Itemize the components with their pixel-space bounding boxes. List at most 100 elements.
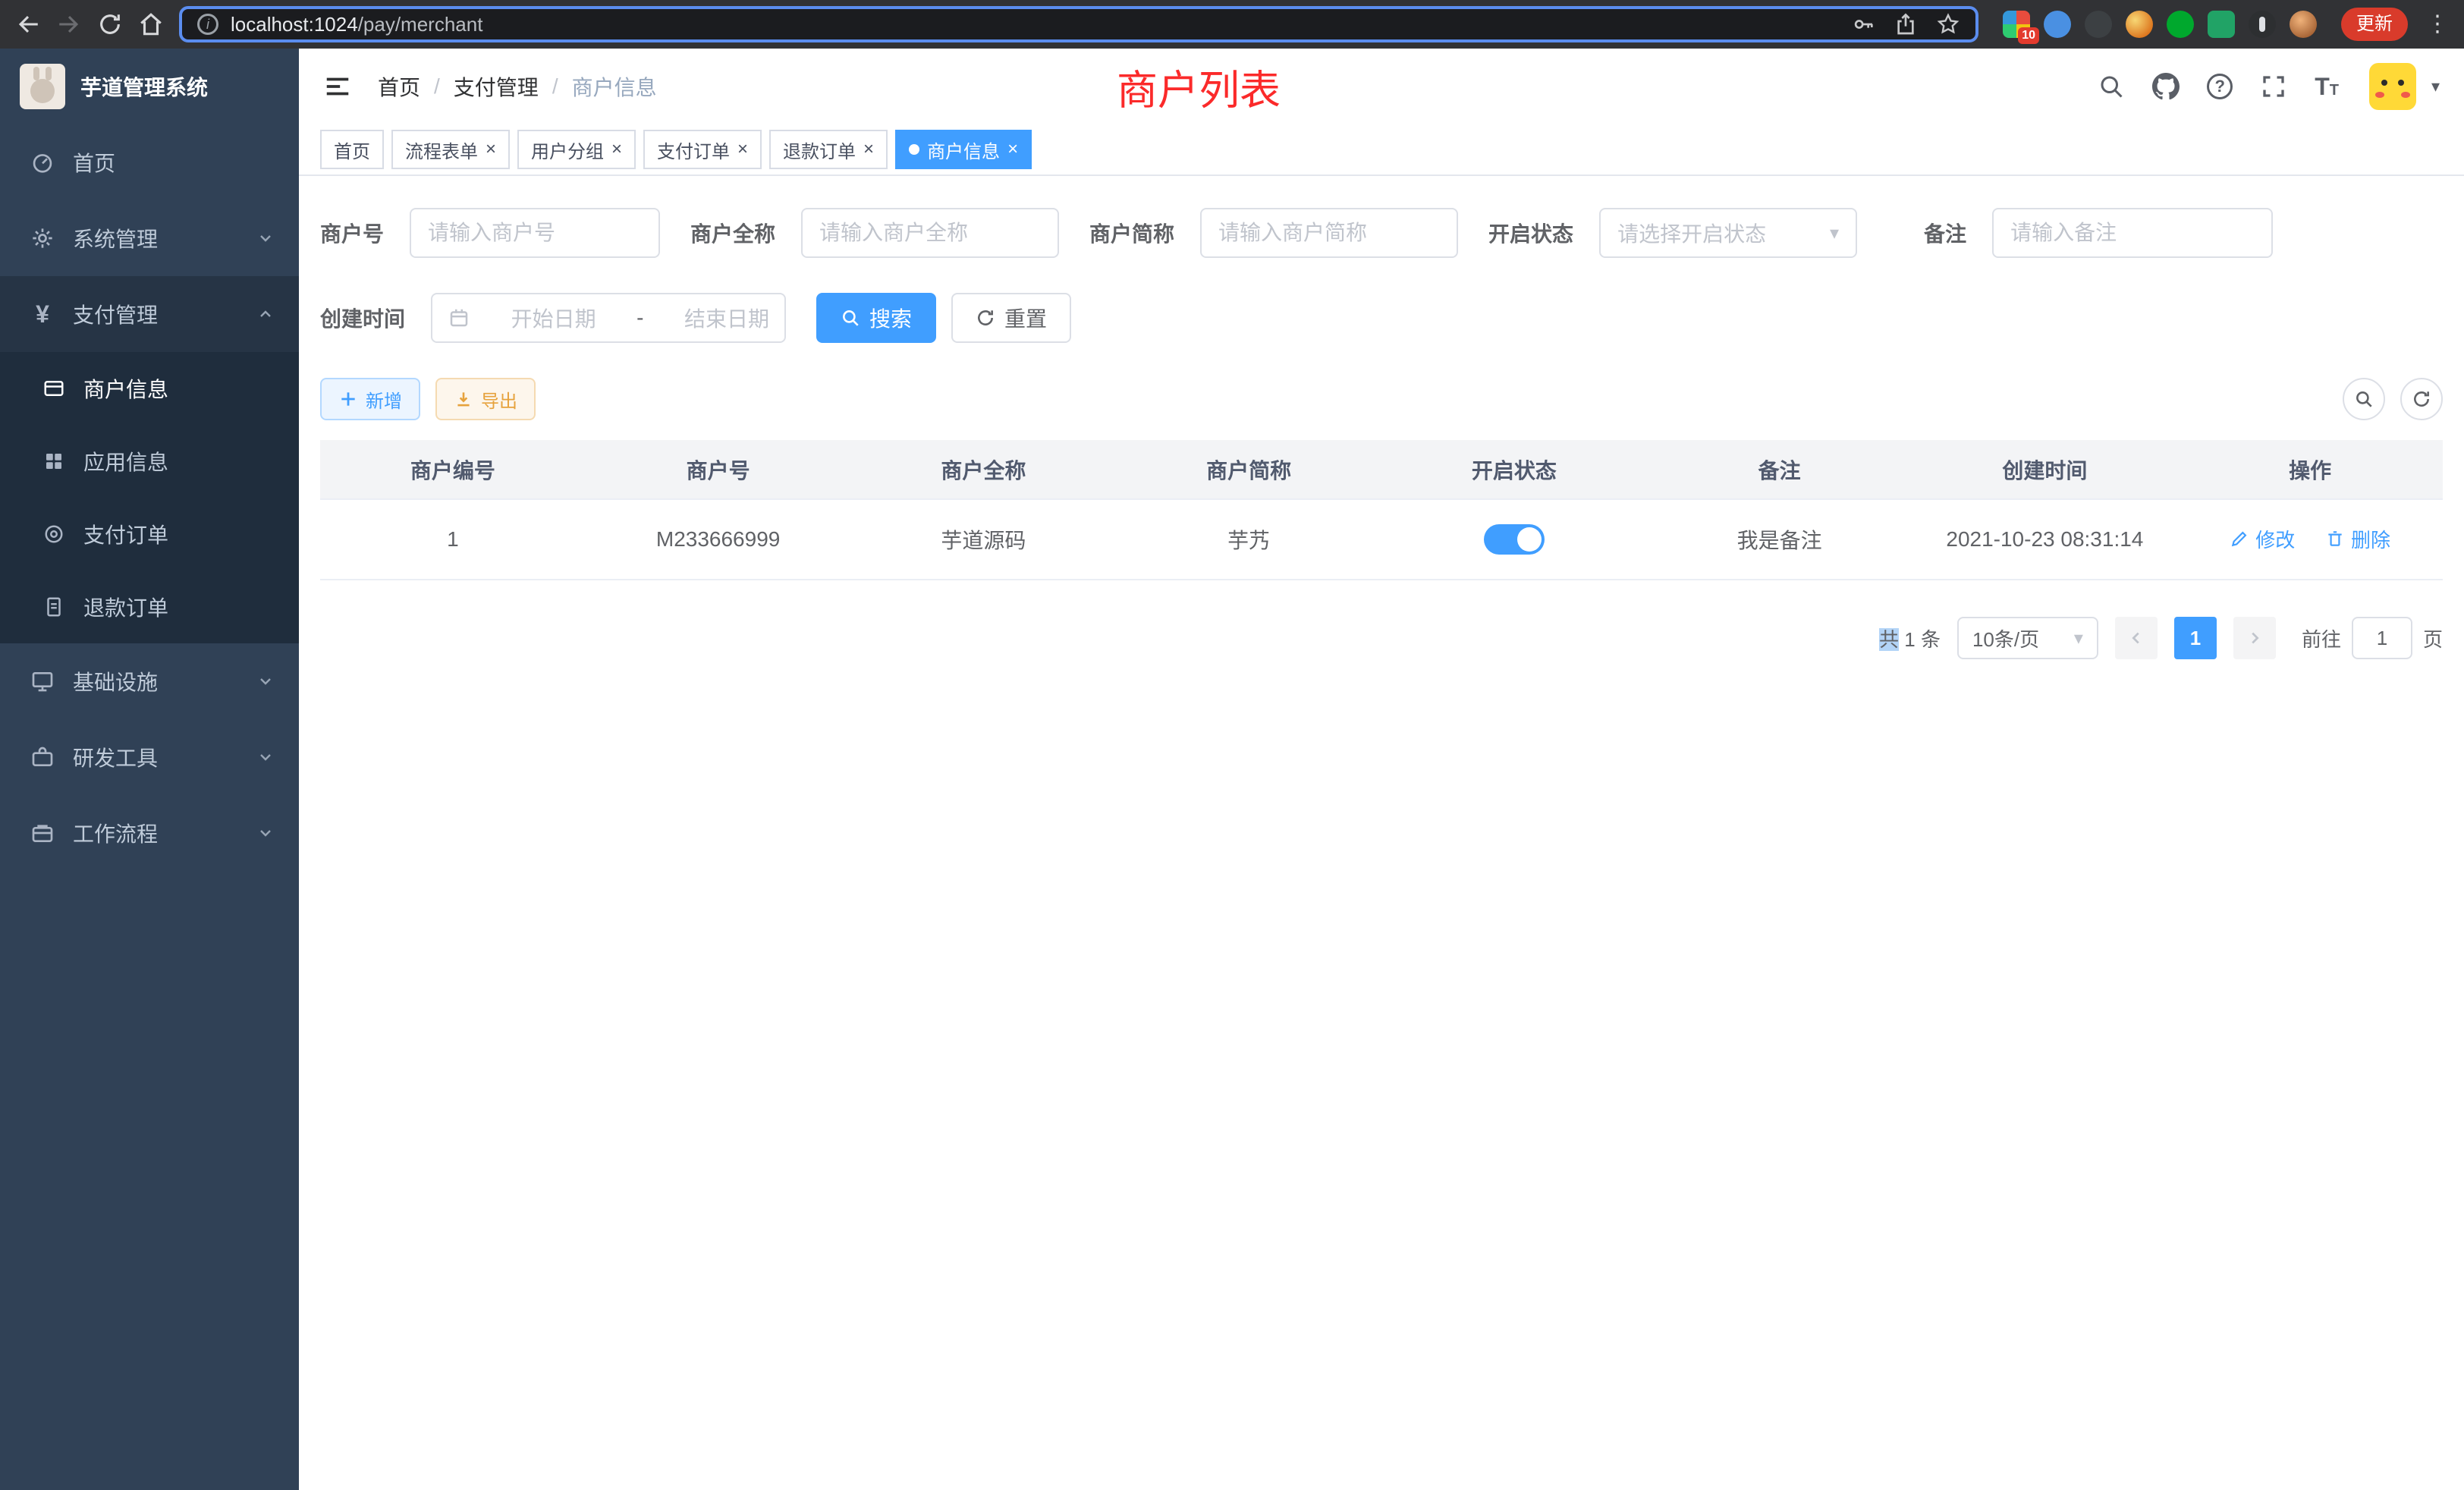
github-icon[interactable] <box>2152 73 2180 100</box>
pagination-total: 共 1 条 <box>1879 624 1941 652</box>
sidebar-item-label: 退款订单 <box>83 592 168 622</box>
status-toggle[interactable] <box>1484 524 1545 555</box>
password-key-icon[interactable] <box>1851 12 1875 36</box>
font-size-icon[interactable]: TT <box>2315 73 2339 101</box>
sidebar-item-payment[interactable]: ¥ 支付管理 <box>0 276 299 352</box>
sidebar-item-app-info[interactable]: 应用信息 <box>0 425 299 498</box>
status-select[interactable]: 请选择开启状态 ▾ <box>1599 208 1857 258</box>
avatar-caret-icon[interactable]: ▾ <box>2431 77 2440 96</box>
fullscreen-icon[interactable] <box>2260 73 2287 100</box>
sidebar-item-workflow[interactable]: 工作流程 <box>0 795 299 871</box>
extension-icon-grid[interactable]: 10 <box>2003 11 2030 38</box>
help-icon[interactable]: ? <box>2207 74 2233 99</box>
cell-merchant-id: 1 <box>320 499 586 580</box>
sidebar-group-payment: ¥ 支付管理 商户信息 应用信息 支付订单 <box>0 276 299 643</box>
edit-button[interactable]: 修改 <box>2230 525 2295 553</box>
close-icon[interactable]: × <box>611 140 622 159</box>
hamburger-icon[interactable] <box>323 72 352 101</box>
navbar: 首页 / 支付管理 / 商户信息 商户列表 ? TT ▾ <box>299 49 2464 124</box>
tab-process-form[interactable]: 流程表单× <box>391 130 510 169</box>
back-icon[interactable] <box>15 11 41 37</box>
sidebar-item-dev-tools[interactable]: 研发工具 <box>0 719 299 795</box>
close-icon[interactable]: × <box>863 140 874 159</box>
extension-icon-dark[interactable] <box>2085 11 2112 38</box>
plus-icon <box>338 389 358 409</box>
export-button[interactable]: 导出 <box>435 378 536 420</box>
app-shell: 芋道管理系统 首页 系统管理 ¥ 支付管理 商户信息 <box>0 49 2464 1490</box>
merchant-no-input[interactable] <box>428 221 642 245</box>
extension-icon-drop[interactable] <box>2044 11 2071 38</box>
col-short-name: 商户简称 <box>1116 440 1381 499</box>
sidebar-item-label: 支付管理 <box>73 299 238 329</box>
remark-input[interactable] <box>2010 221 2255 245</box>
col-create-time: 创建时间 <box>1912 440 2178 499</box>
search-button[interactable]: 搜索 <box>816 293 936 343</box>
search-icon[interactable] <box>2098 73 2125 100</box>
extension-badge: 10 <box>2018 27 2039 44</box>
tab-pay-order[interactable]: 支付订单× <box>643 130 762 169</box>
filter-full-name: 商户全称 <box>690 208 1059 258</box>
refresh-table-button[interactable] <box>2400 378 2443 420</box>
breadcrumb-payment[interactable]: 支付管理 <box>454 71 539 102</box>
close-icon[interactable]: × <box>1007 140 1018 159</box>
cell-create-time: 2021-10-23 08:31:14 <box>1912 499 2178 580</box>
table-row: 1 M233666999 芋道源码 芋艿 我是备注 2021-10-23 08:… <box>320 499 2443 580</box>
extension-icon-avatar[interactable] <box>2126 11 2153 38</box>
browser-menu-icon[interactable]: ⋮ <box>2426 13 2449 36</box>
close-icon[interactable]: × <box>737 140 748 159</box>
add-button[interactable]: 新增 <box>320 378 420 420</box>
sidebar-item-infrastructure[interactable]: 基础设施 <box>0 643 299 719</box>
sidebar-item-refund-order[interactable]: 退款订单 <box>0 571 299 643</box>
chevron-down-icon <box>256 672 275 690</box>
full-name-input[interactable] <box>819 221 1041 245</box>
extension-icon-pin[interactable] <box>2249 11 2276 38</box>
extension-icon-green-square[interactable] <box>2208 11 2235 38</box>
field-label: 商户号 <box>320 218 384 248</box>
cell-short-name: 芋艿 <box>1116 499 1381 580</box>
reload-icon[interactable] <box>97 11 123 37</box>
prev-page-button[interactable] <box>2115 617 2158 659</box>
sidebar-logo[interactable]: 芋道管理系统 <box>0 49 299 124</box>
reset-button[interactable]: 重置 <box>951 293 1071 343</box>
breadcrumb-home[interactable]: 首页 <box>378 71 420 102</box>
col-full-name: 商户全称 <box>851 440 1117 499</box>
sidebar-item-home[interactable]: 首页 <box>0 124 299 200</box>
toggle-search-button[interactable] <box>2343 378 2385 420</box>
filter-row-2: 创建时间 开始日期 - 结束日期 搜索 重置 <box>320 293 2443 343</box>
sidebar-item-merchant-info[interactable]: 商户信息 <box>0 352 299 425</box>
date-range-picker[interactable]: 开始日期 - 结束日期 <box>431 293 786 343</box>
toolbar-right <box>2343 378 2443 420</box>
cell-actions: 修改 删除 <box>2177 499 2443 580</box>
browser-update-button[interactable]: 更新 <box>2341 8 2408 41</box>
sidebar-item-label: 系统管理 <box>73 223 238 253</box>
extension-icon-green-circle[interactable] <box>2167 11 2194 38</box>
sidebar-item-system[interactable]: 系统管理 <box>0 200 299 276</box>
bookmark-star-icon[interactable] <box>1936 12 1960 36</box>
delete-button[interactable]: 删除 <box>2325 525 2390 553</box>
field-label: 商户简称 <box>1089 218 1174 248</box>
share-icon[interactable] <box>1894 12 1918 36</box>
close-icon[interactable]: × <box>486 140 496 159</box>
date-end-placeholder: 结束日期 <box>684 303 769 333</box>
site-info-icon[interactable]: i <box>197 14 218 35</box>
forward-icon[interactable] <box>56 11 82 37</box>
user-avatar[interactable] <box>2369 63 2416 110</box>
tab-home[interactable]: 首页 <box>320 130 384 169</box>
tab-refund-order[interactable]: 退款订单× <box>769 130 888 169</box>
tab-merchant-info[interactable]: 商户信息× <box>895 130 1032 169</box>
goto-page-input[interactable] <box>2352 617 2412 659</box>
next-page-button[interactable] <box>2233 617 2276 659</box>
address-bar[interactable]: i localhost:1024/pay/merchant <box>179 6 1978 42</box>
tab-user-group[interactable]: 用户分组× <box>517 130 636 169</box>
grid-icon <box>42 450 65 473</box>
sidebar-item-pay-order[interactable]: 支付订单 <box>0 498 299 571</box>
page-number-button[interactable]: 1 <box>2174 617 2217 659</box>
profile-avatar-icon[interactable] <box>2290 11 2317 38</box>
home-icon[interactable] <box>138 11 164 37</box>
search-icon <box>2354 389 2374 409</box>
page-size-select[interactable]: 10条/页 ▾ <box>1957 617 2098 659</box>
date-separator: - <box>636 306 643 330</box>
short-name-input[interactable] <box>1218 221 1440 245</box>
tags-view-bar: 首页 流程表单× 用户分组× 支付订单× 退款订单× 商户信息× <box>299 124 2464 176</box>
merchant-table: 商户编号 商户号 商户全称 商户简称 开启状态 备注 创建时间 操作 1 M23… <box>320 440 2443 580</box>
